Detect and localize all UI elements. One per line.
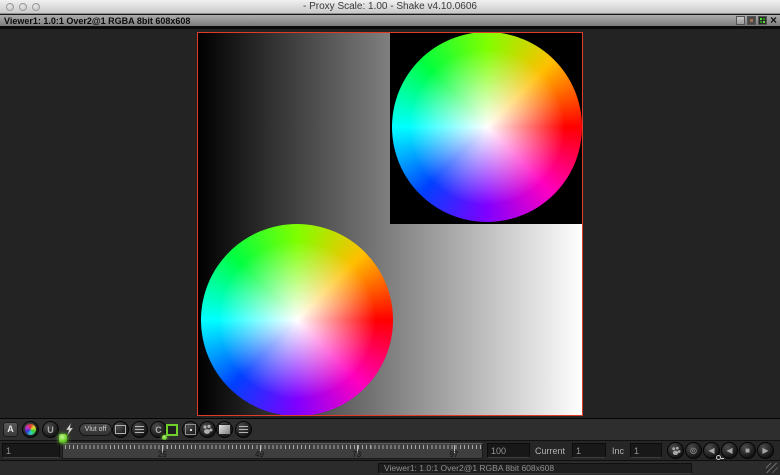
stripe-icon bbox=[239, 426, 248, 433]
timeline-start-field[interactable] bbox=[2, 443, 60, 458]
status-text: Viewer1: 1.0:1 Over2@1 RGBA 8bit 608x608 bbox=[379, 464, 691, 473]
probe-icon bbox=[185, 424, 196, 435]
play-reverse-icon: ◀ bbox=[726, 446, 732, 455]
render-viewer-button[interactable] bbox=[216, 421, 233, 438]
flipbook-button[interactable] bbox=[199, 421, 216, 438]
viewer-header: Viewer1: 1.0:1 Over2@1 RGBA 8bit 608x608… bbox=[0, 14, 780, 27]
buffer-a-button[interactable]: A bbox=[3, 422, 18, 437]
increment-field[interactable] bbox=[630, 443, 662, 458]
film-gate-button[interactable] bbox=[112, 421, 129, 438]
split-lines-icon bbox=[135, 426, 144, 433]
stop-button[interactable]: ■ bbox=[739, 442, 756, 459]
viewer-close-icon[interactable]: × bbox=[769, 16, 778, 25]
zoom-window-button[interactable] bbox=[32, 3, 40, 11]
broadcast-monitor-button[interactable] bbox=[235, 421, 252, 438]
pixel-probe-button[interactable] bbox=[182, 421, 199, 438]
composite-image[interactable] bbox=[197, 32, 583, 416]
ruler-tick-label: 97 bbox=[449, 450, 458, 459]
playhead-marker[interactable] bbox=[59, 434, 67, 443]
close-window-button[interactable] bbox=[6, 3, 14, 11]
color-wheel-bottom-left bbox=[201, 224, 393, 416]
viewer-thumbnail-icon[interactable] bbox=[747, 16, 756, 25]
channel-select-button[interactable] bbox=[22, 421, 39, 438]
color-wheel-top-right bbox=[392, 32, 582, 222]
current-frame-label: Current bbox=[535, 446, 565, 456]
play-reverse-button[interactable]: ◀ bbox=[721, 442, 738, 459]
paw-icon bbox=[671, 446, 681, 456]
render-icon bbox=[218, 424, 231, 435]
timeline-bar: 25497397 Current Inc ◎ ◀ ◀ ■ ▶ ▶ bbox=[0, 440, 780, 460]
ruler-tick-label: 49 bbox=[255, 450, 264, 459]
roi-button[interactable] bbox=[166, 424, 178, 436]
render-sequence-button[interactable]: ◎ bbox=[685, 442, 702, 459]
resize-grip[interactable] bbox=[766, 463, 778, 473]
viewer-header-controls: × bbox=[736, 16, 778, 25]
compare-split-button[interactable] bbox=[131, 421, 148, 438]
status-bar: Viewer1: 1.0:1 Over2@1 RGBA 8bit 608x608 bbox=[0, 460, 780, 475]
film-gate-icon bbox=[115, 425, 126, 434]
viewer-detach-icon[interactable] bbox=[736, 16, 745, 25]
status-field: Viewer1: 1.0:1 Over2@1 RGBA 8bit 608x608 bbox=[378, 463, 692, 474]
viewer-grid-icon[interactable] bbox=[758, 16, 767, 25]
step-back-icon: ◀ bbox=[708, 446, 714, 455]
play-forward-button[interactable]: ▶ bbox=[757, 442, 774, 459]
minimize-window-button[interactable] bbox=[19, 3, 27, 11]
vlut-off-button[interactable]: Vlut off bbox=[79, 423, 112, 436]
stop-icon: ■ bbox=[745, 446, 750, 455]
current-frame-field[interactable] bbox=[572, 443, 606, 458]
prev-keyframe-button[interactable]: ◀ bbox=[703, 442, 720, 459]
shake-window: - Proxy Scale: 1.00 - Shake v4.10.0606 V… bbox=[0, 0, 780, 475]
window-traffic-lights bbox=[6, 3, 40, 11]
rgb-wheel-icon bbox=[25, 424, 36, 435]
viewer-canvas[interactable] bbox=[0, 27, 780, 418]
timeline-end-field[interactable] bbox=[487, 443, 530, 458]
viewer-title: Viewer1: 1.0:1 Over2@1 RGBA 8bit 608x608 bbox=[4, 15, 190, 27]
viewer-toolbar: A U Vlut off C bbox=[0, 418, 780, 440]
play-forward-icon: ▶ bbox=[762, 446, 768, 455]
timeline-ruler[interactable]: 25 49 73 97 bbox=[62, 443, 483, 459]
increment-label: Inc bbox=[612, 446, 624, 456]
flipbook-play-button[interactable] bbox=[667, 442, 684, 459]
ruler-tick-label: 73 bbox=[352, 450, 361, 459]
radiate-icon: ◎ bbox=[690, 446, 697, 455]
window-titlebar: - Proxy Scale: 1.00 - Shake v4.10.0606 bbox=[0, 0, 780, 14]
update-button[interactable]: U bbox=[42, 421, 59, 438]
window-title: - Proxy Scale: 1.00 - Shake v4.10.0606 bbox=[0, 0, 780, 14]
paw-icon bbox=[202, 424, 213, 435]
ruler-tick-label: 25 bbox=[158, 450, 167, 459]
